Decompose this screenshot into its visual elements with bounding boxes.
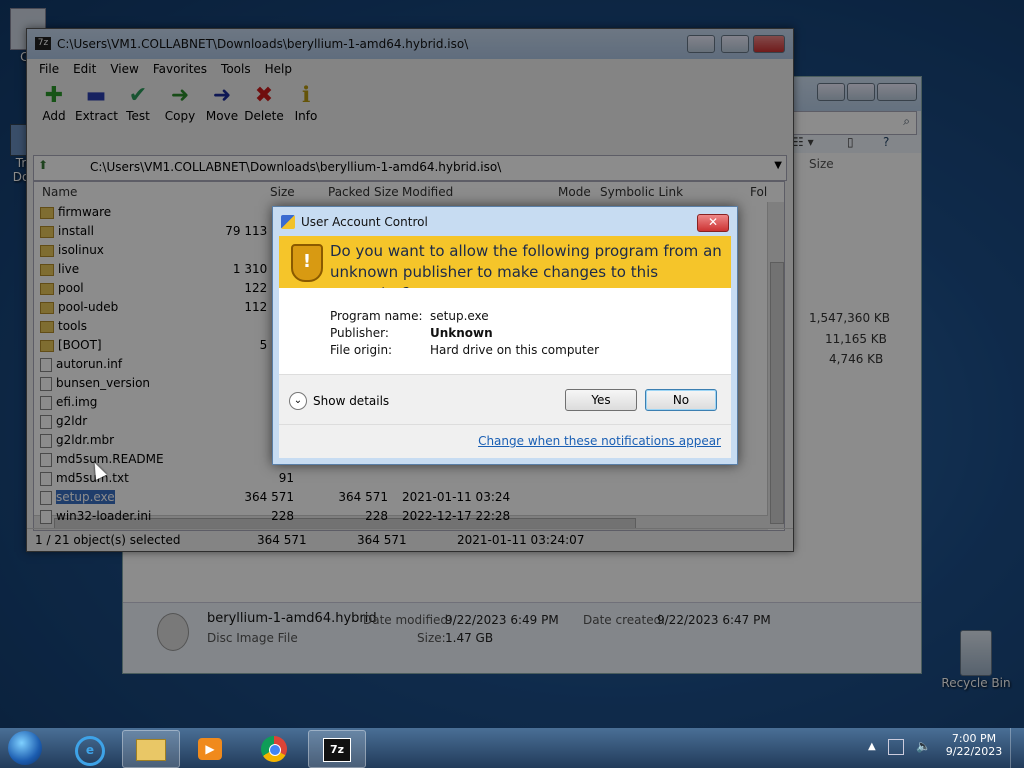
- file-origin-value: Hard drive on this computer: [430, 343, 600, 357]
- show-details-toggle[interactable]: Show details: [313, 394, 389, 408]
- uac-banner: ! Do you want to allow the following pro…: [279, 236, 731, 302]
- taskbar-internet-explorer[interactable]: e: [62, 730, 118, 766]
- start-button[interactable]: [8, 731, 42, 765]
- volume-icon[interactable]: 🔈: [916, 739, 931, 753]
- clock-date: 9/22/2023: [945, 745, 1003, 758]
- folder-icon: [136, 739, 166, 761]
- chevron-down-icon[interactable]: ⌄: [289, 392, 307, 410]
- no-button[interactable]: No: [645, 389, 717, 411]
- uac-footer: Change when these notifications appear: [279, 424, 731, 458]
- change-notifications-link[interactable]: Change when these notifications appear: [478, 434, 721, 448]
- taskbar-chrome[interactable]: [246, 730, 302, 766]
- clock-time: 7:00 PM: [951, 732, 997, 745]
- uac-dialog[interactable]: User Account Control ✕ ! Do you want to …: [272, 206, 738, 465]
- taskbar-media-player[interactable]: ▶: [182, 730, 238, 766]
- program-name-label: Program name:: [330, 309, 423, 323]
- internet-explorer-icon: e: [75, 736, 105, 766]
- 7zip-icon: 7z: [323, 738, 351, 762]
- action-center-icon[interactable]: [888, 739, 904, 755]
- uac-details: Program name: setup.exe Publisher: Unkno…: [279, 288, 731, 374]
- warning-shield-icon: !: [291, 244, 323, 282]
- clock[interactable]: 7:00 PM 9/22/2023: [944, 732, 1004, 758]
- chrome-icon: [261, 736, 287, 762]
- show-hidden-icons-icon[interactable]: ▲: [868, 741, 876, 752]
- publisher-label: Publisher:: [330, 326, 389, 340]
- media-player-icon: ▶: [198, 738, 222, 760]
- publisher-value: Unknown: [430, 326, 493, 340]
- yes-button[interactable]: Yes: [565, 389, 637, 411]
- program-name-value: setup.exe: [430, 309, 489, 323]
- taskbar: e ▶ 7z ▲ 🔈 7:00 PM 9/22/2023: [0, 728, 1024, 768]
- taskbar-file-explorer[interactable]: [122, 730, 180, 768]
- close-button[interactable]: ✕: [697, 214, 729, 232]
- uac-shield-icon: [281, 215, 295, 229]
- file-origin-label: File origin:: [330, 343, 393, 357]
- taskbar-7zip[interactable]: 7z: [308, 730, 366, 768]
- uac-title: User Account Control: [301, 215, 428, 229]
- uac-button-area: ⌄ Show details Yes No: [279, 374, 731, 425]
- show-desktop-button[interactable]: [1010, 728, 1024, 768]
